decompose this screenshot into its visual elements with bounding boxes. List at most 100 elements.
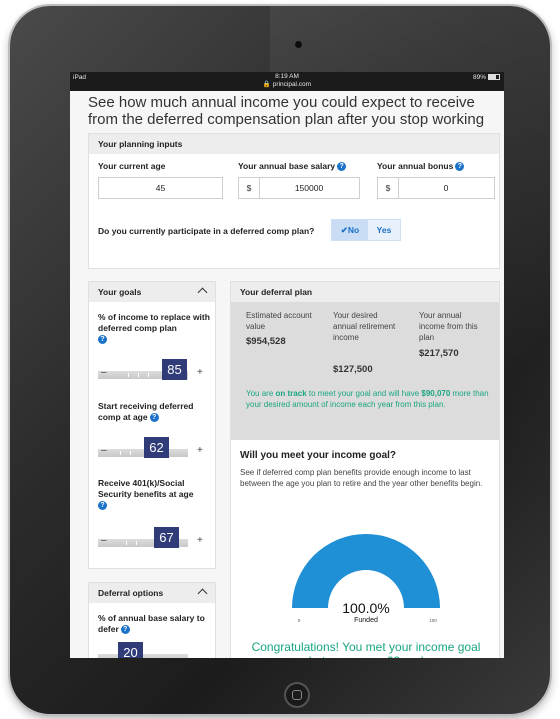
bonus-label-text: Your annual bonus bbox=[377, 161, 454, 171]
ipad-screen: iPad 8:19 AM 🔒 principal.com 89% See how… bbox=[70, 72, 504, 658]
url-label[interactable]: 🔒 principal.com bbox=[70, 81, 504, 88]
participate-question: Do you currently participate in a deferr… bbox=[98, 226, 315, 236]
account-value: $954,528 bbox=[246, 336, 286, 347]
gauge-caption: Funded bbox=[354, 617, 378, 624]
receive-benefits-text: Receive 401(k)/Social Security benefits … bbox=[98, 478, 194, 499]
age-label: Your current age bbox=[98, 161, 165, 171]
bonus-input-value: 0 bbox=[443, 183, 449, 193]
replace-help-icon[interactable]: ? bbox=[98, 335, 107, 345]
income-goal-description: See if deferred comp plan benefits provi… bbox=[240, 468, 483, 488]
slider-tick bbox=[126, 541, 127, 545]
battery-icon bbox=[488, 74, 500, 81]
bonus-label: Your annual bonus? bbox=[377, 161, 465, 172]
deferral-plan-card: Your deferral plan Estimated account val… bbox=[230, 281, 500, 658]
account-value-label: Estimated account value bbox=[246, 311, 312, 331]
salary-help-icon[interactable]: ? bbox=[337, 162, 347, 172]
planning-inputs-title: Your planning inputs bbox=[89, 134, 499, 154]
start-help-icon[interactable]: ? bbox=[149, 413, 159, 423]
plus-icon[interactable]: + bbox=[197, 445, 203, 456]
url-text: principal.com bbox=[272, 81, 312, 88]
track-prefix: You are bbox=[246, 389, 276, 398]
collapse-caret-icon[interactable] bbox=[197, 287, 208, 298]
slider-thumb[interactable]: 67 bbox=[154, 527, 179, 548]
plan-summary-box: Estimated account value $954,528 Your de… bbox=[231, 302, 499, 440]
defer-percent-slider[interactable]: 20 bbox=[98, 642, 210, 658]
deferral-options-header[interactable]: Deferral options bbox=[89, 583, 215, 603]
goals-title: Your goals bbox=[98, 287, 142, 297]
track-mid: to meet your goal and will have bbox=[306, 389, 422, 398]
defer-help-icon[interactable]: ? bbox=[120, 625, 130, 635]
age-label-text: Your current age bbox=[98, 161, 166, 171]
plus-icon[interactable]: + bbox=[197, 367, 203, 378]
minus-icon[interactable]: – bbox=[101, 535, 107, 546]
participate-no-button[interactable]: ✔No bbox=[332, 220, 368, 240]
salary-input[interactable]: $ 150000 bbox=[238, 177, 360, 199]
battery-status: 89% bbox=[473, 74, 500, 81]
start-age-text: Start receiving deferred comp at age bbox=[98, 401, 194, 422]
gauge-min-label: 0 bbox=[298, 618, 301, 623]
deferral-options-card: Deferral options % of annual base salary… bbox=[88, 582, 216, 658]
plan-income-value: $217,570 bbox=[419, 348, 459, 359]
plus-icon[interactable]: + bbox=[197, 535, 203, 546]
slider-thumb[interactable]: 20 bbox=[118, 642, 143, 658]
home-button[interactable] bbox=[284, 682, 310, 708]
start-age-slider[interactable]: – 62 + bbox=[98, 437, 210, 460]
replace-income-label: % of income to replace with deferred com… bbox=[98, 312, 210, 345]
gauge-max-label: 100 bbox=[429, 618, 437, 623]
slider-tick bbox=[120, 451, 121, 455]
slider-tick bbox=[128, 373, 129, 377]
desired-income-label: Your desired annual retirement income bbox=[333, 311, 396, 342]
replace-income-slider[interactable]: – 85 + bbox=[98, 359, 210, 382]
receive-benefits-label: Receive 401(k)/Social Security benefits … bbox=[98, 478, 210, 511]
track-status: on track bbox=[275, 389, 307, 398]
receive-help-icon[interactable]: ? bbox=[98, 501, 107, 511]
salary-dollar-prefix: $ bbox=[239, 178, 260, 198]
defer-percent-label: % of annual base salary to defer? bbox=[98, 613, 210, 635]
participate-toggle: ✔No Yes bbox=[331, 219, 401, 241]
deferral-plan-title: Your deferral plan bbox=[231, 282, 499, 302]
gauge-percent: 100.0% bbox=[342, 600, 389, 616]
start-age-label: Start receiving deferred comp at age? bbox=[98, 401, 210, 423]
bonus-dollar-prefix: $ bbox=[378, 178, 399, 198]
battery-percent: 89% bbox=[472, 74, 486, 81]
salary-input-value: 150000 bbox=[294, 183, 324, 193]
salary-label-text: Your annual base salary bbox=[238, 161, 336, 171]
participate-yes-button[interactable]: Yes bbox=[368, 220, 400, 240]
replace-income-text: % of income to replace with deferred com… bbox=[98, 312, 210, 333]
defer-percent-text: % of annual base salary to defer bbox=[98, 613, 205, 634]
slider-track[interactable] bbox=[98, 654, 188, 658]
slider-track[interactable] bbox=[98, 449, 188, 457]
minus-icon[interactable]: – bbox=[101, 367, 107, 378]
slider-tick bbox=[138, 373, 139, 377]
plan-income-label: Your annual income from this plan bbox=[419, 311, 478, 342]
page-title: See how much annual income you could exp… bbox=[88, 94, 485, 128]
page-content: See how much annual income you could exp… bbox=[70, 91, 504, 658]
salary-label: Your annual base salary? bbox=[238, 161, 347, 172]
slider-thumb[interactable]: 85 bbox=[162, 359, 187, 380]
track-amount: $90,070 bbox=[421, 389, 451, 398]
collapse-caret-icon[interactable] bbox=[197, 588, 208, 599]
income-goal-title: Will you meet your income goal? bbox=[240, 450, 397, 461]
bonus-input[interactable]: $ 0 bbox=[377, 177, 495, 199]
gauge-fill bbox=[292, 534, 440, 608]
camera-dot bbox=[295, 41, 302, 48]
slider-tick bbox=[148, 373, 149, 377]
planning-inputs-card: Your planning inputs Your current age 45… bbox=[88, 133, 500, 269]
goals-card: Your goals % of income to replace with d… bbox=[88, 281, 216, 569]
age-input-value: 45 bbox=[155, 183, 166, 193]
home-square-icon bbox=[292, 690, 302, 700]
goals-header[interactable]: Your goals bbox=[89, 282, 215, 302]
desired-income-value: $127,500 bbox=[333, 364, 373, 375]
bonus-help-icon[interactable]: ? bbox=[455, 162, 465, 172]
slider-thumb[interactable]: 62 bbox=[144, 437, 169, 458]
funded-gauge: 100.0% Funded 0 100 bbox=[292, 534, 440, 624]
receive-benefits-slider[interactable]: – 67 + bbox=[98, 527, 210, 550]
slider-tick bbox=[136, 541, 137, 545]
congrats-message: Congratulations! You met your income goa… bbox=[251, 640, 481, 658]
age-input[interactable]: 45 bbox=[98, 177, 223, 199]
on-track-message: You are on track to meet your goal and w… bbox=[246, 388, 491, 410]
slider-tick bbox=[130, 451, 131, 455]
minus-icon[interactable]: – bbox=[101, 445, 107, 456]
status-bar: iPad 8:19 AM 🔒 principal.com 89% bbox=[70, 72, 504, 91]
deferral-options-title: Deferral options bbox=[98, 588, 164, 598]
